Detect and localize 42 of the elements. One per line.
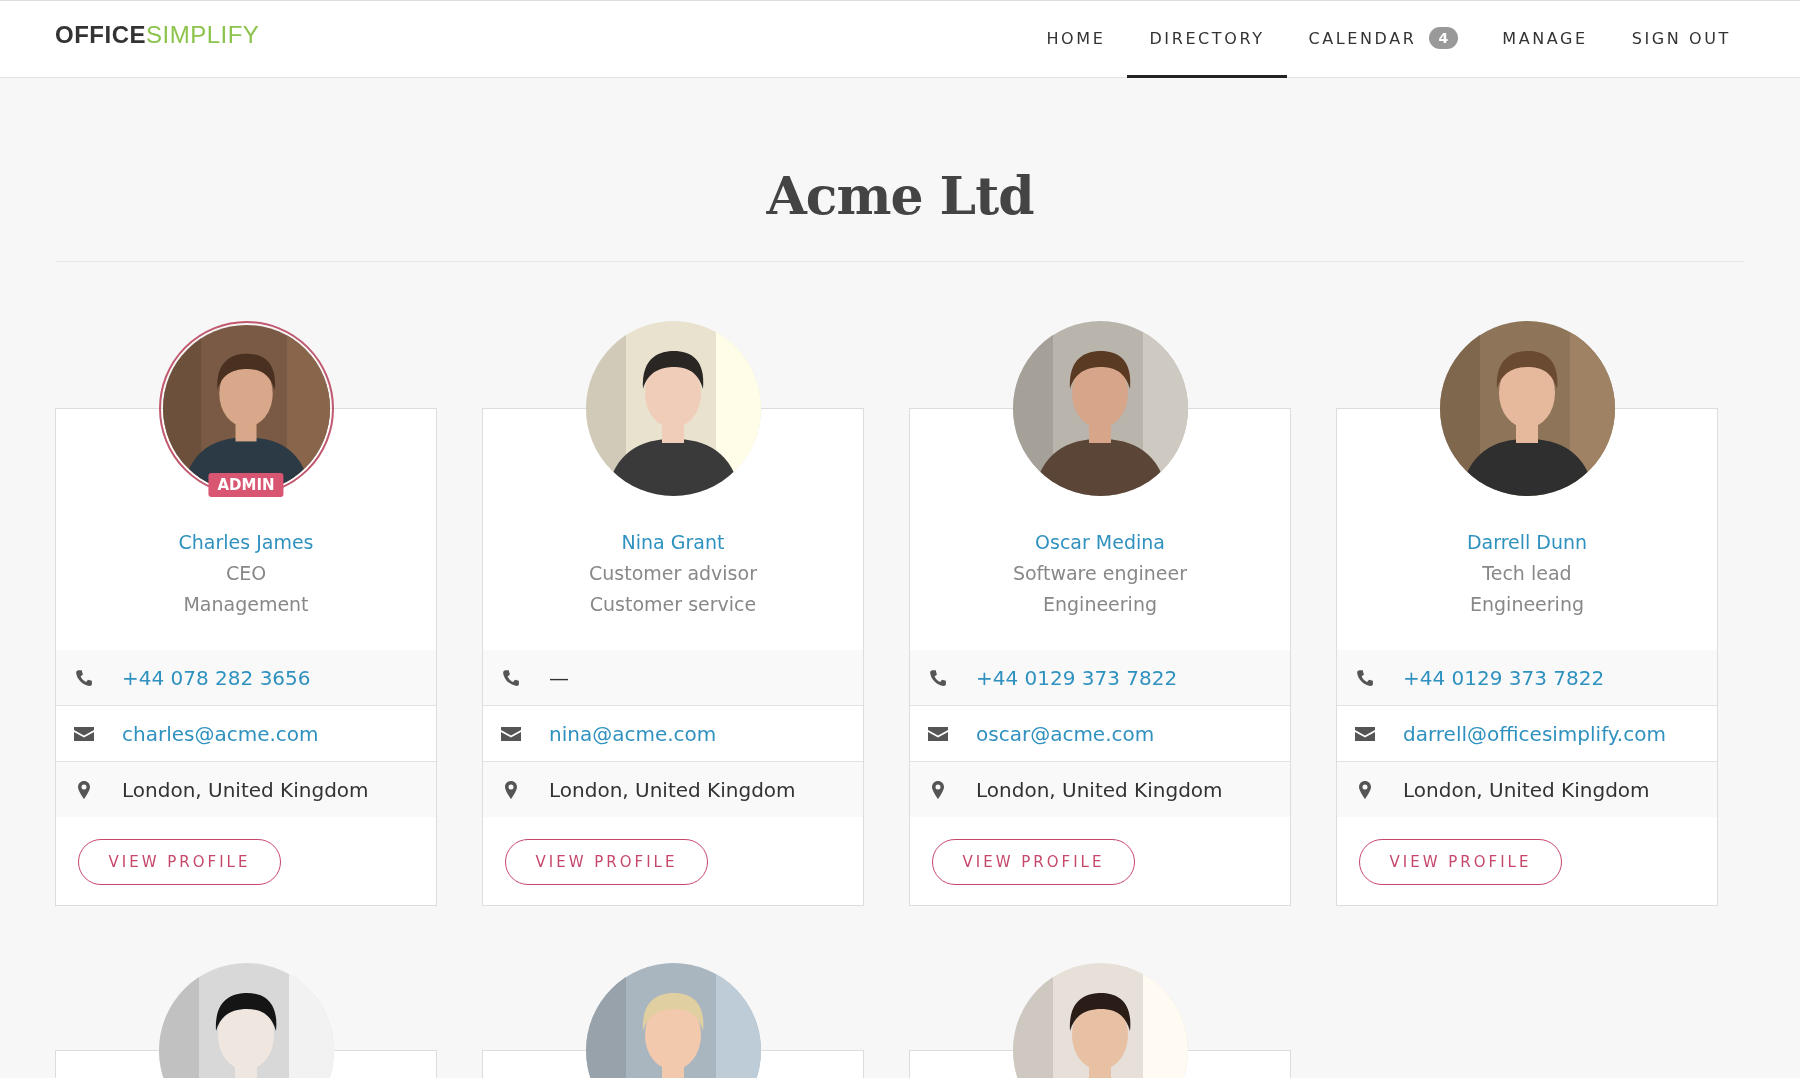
count-badge: 4 — [1428, 27, 1459, 49]
nav-tab[interactable]: SIGN OUT — [1609, 1, 1753, 78]
nav-tab[interactable]: DIRECTORY — [1127, 1, 1287, 78]
job-title: Tech lead — [1481, 561, 1573, 586]
phone-icon — [1355, 668, 1375, 687]
envelope-icon — [1355, 724, 1375, 743]
email-link[interactable]: nina@acme.com — [549, 721, 717, 746]
location: London, United Kingdom — [122, 777, 369, 802]
location: London, United Kingdom — [549, 777, 796, 802]
department: Customer service — [588, 592, 758, 617]
person-name[interactable]: Oscar Medina — [910, 527, 1290, 558]
envelope-icon — [501, 724, 521, 743]
department: Engineering — [1042, 592, 1158, 617]
person-name[interactable]: Darrell Dunn — [1337, 527, 1717, 558]
logo[interactable]: OFFICESIMPLIFY — [55, 21, 260, 49]
view-profile-button[interactable]: VIEW PROFILE — [78, 839, 281, 885]
person-name[interactable]: Nina Grant — [483, 527, 863, 558]
department: Engineering — [1469, 592, 1585, 617]
email-link[interactable]: darrell@officesimplify.com — [1403, 721, 1666, 746]
phone-icon — [74, 668, 94, 687]
person-name[interactable]: Charles James — [56, 527, 436, 558]
view-profile-button[interactable]: VIEW PROFILE — [505, 839, 708, 885]
job-title: Customer advisor — [588, 561, 758, 586]
page-title: Acme Ltd — [765, 164, 1035, 226]
nav-tab[interactable]: HOME — [1024, 1, 1128, 78]
department: Management — [182, 592, 310, 617]
nav-tab[interactable]: CALENDAR 4 — [1286, 1, 1481, 78]
envelope-icon — [928, 724, 948, 743]
view-profile-button[interactable]: VIEW PROFILE — [932, 839, 1135, 885]
view-profile-button[interactable]: VIEW PROFILE — [1359, 839, 1562, 885]
admin-badge: ADMIN — [208, 473, 284, 497]
location: London, United Kingdom — [1403, 777, 1650, 802]
location: London, United Kingdom — [976, 777, 1223, 802]
phone-number: — — [549, 665, 569, 690]
phone-icon — [501, 668, 521, 687]
email-link[interactable]: charles@acme.com — [122, 721, 319, 746]
job-title: Software engineer — [1011, 561, 1189, 586]
phone-icon — [928, 668, 948, 687]
envelope-icon — [74, 724, 94, 743]
job-title: CEO — [224, 561, 268, 586]
email-link[interactable]: oscar@acme.com — [976, 721, 1155, 746]
nav-tab[interactable]: MANAGE — [1480, 1, 1610, 78]
